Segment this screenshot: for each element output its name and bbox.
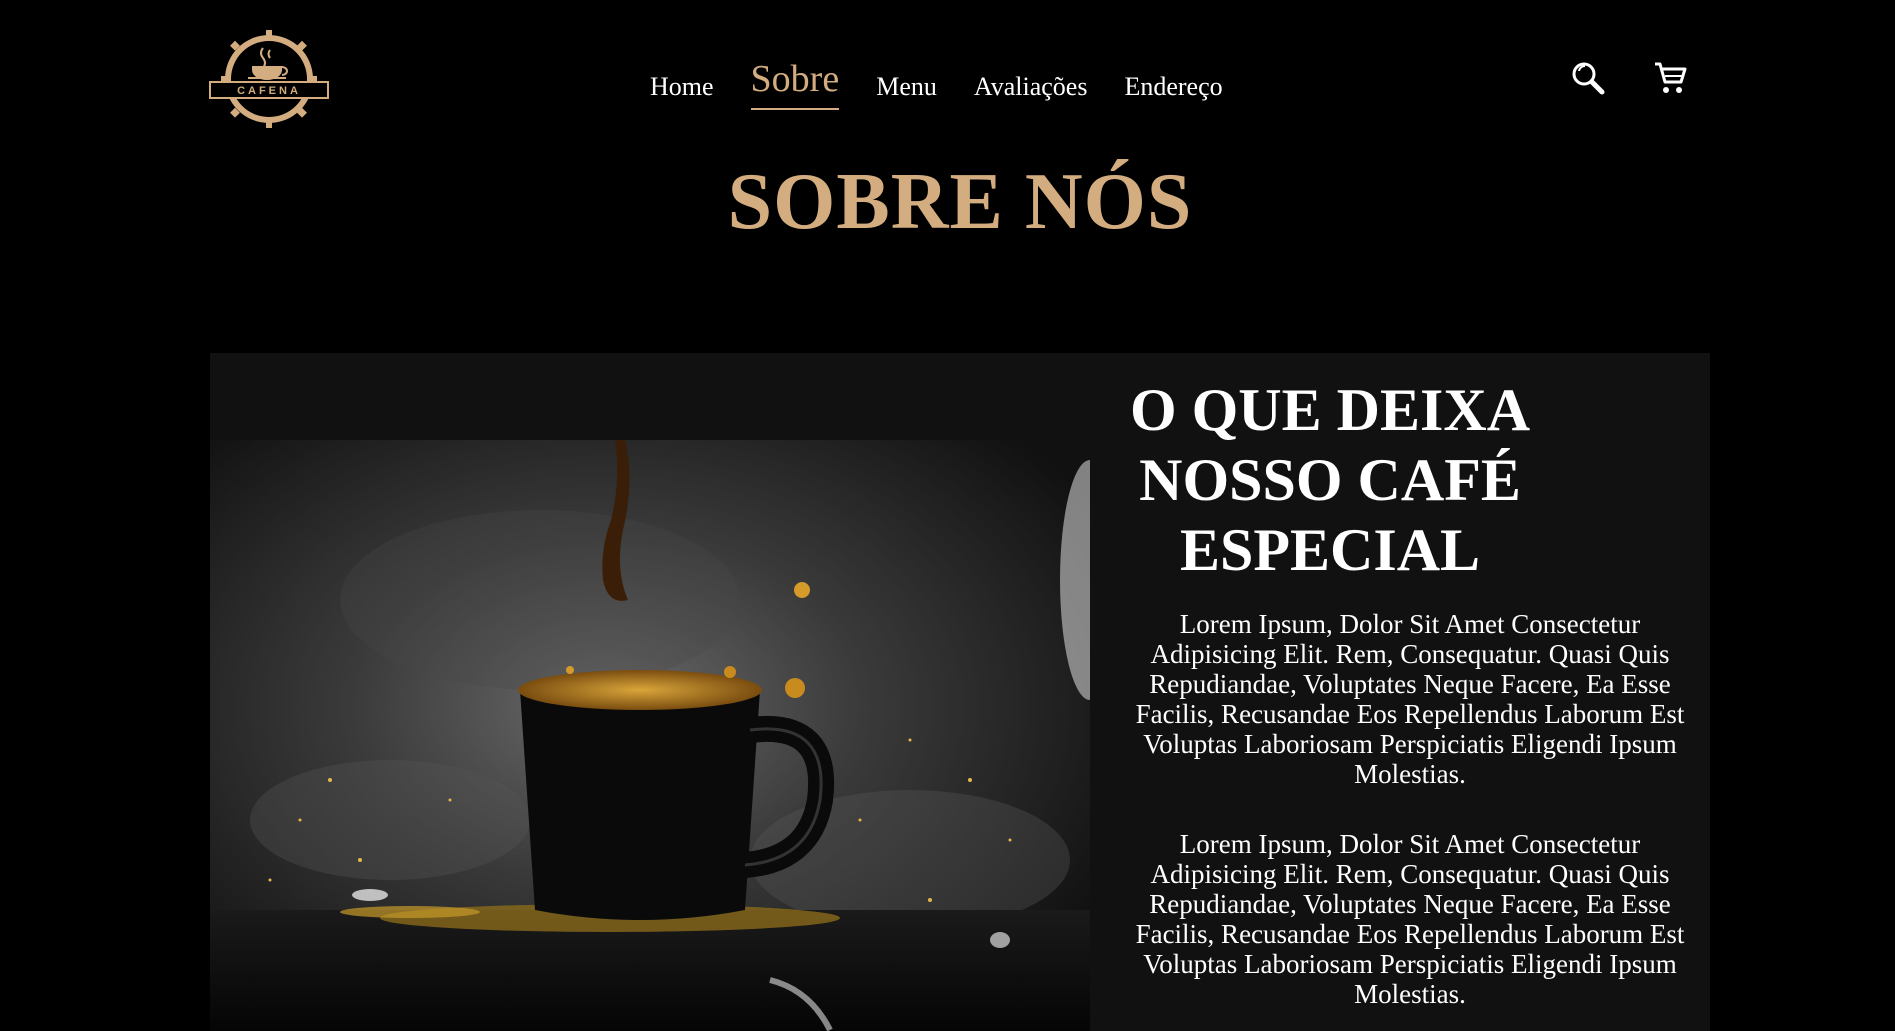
nav-sobre[interactable]: Sobre <box>750 60 840 110</box>
search-icon[interactable] <box>1570 60 1606 96</box>
nav-home[interactable]: Home <box>650 74 714 110</box>
main-nav: Home Sobre Menu Avaliações Endereço <box>650 60 1260 110</box>
about-panel: O QUE DEIXA NOSSO CAFÉ ESPECIAL Lorem Ip… <box>210 353 1710 1031</box>
page: CAFENA Home Sobre Menu Avaliações Endere… <box>0 0 1895 1031</box>
coffee-cup-image <box>210 440 1090 1031</box>
cart-icon[interactable] <box>1652 60 1688 96</box>
nav-menu[interactable]: Menu <box>876 74 937 110</box>
logo-text: CAFENA <box>237 85 301 97</box>
logo-badge-icon: CAFENA <box>209 30 329 128</box>
about-heading: O QUE DEIXA NOSSO CAFÉ ESPECIAL <box>1129 377 1531 583</box>
section-title: SOBRE NÓS <box>727 158 1193 246</box>
logo[interactable]: CAFENA <box>208 28 330 130</box>
nav-endereco[interactable]: Endereço <box>1124 74 1222 110</box>
about-paragraph-2: Lorem Ipsum, Dolor Sit Amet Consectetur … <box>1135 829 1685 1009</box>
nav-avaliacoes[interactable]: Avaliações <box>974 74 1088 110</box>
about-content: O QUE DEIXA NOSSO CAFÉ ESPECIAL Lorem Ip… <box>1130 375 1690 1031</box>
about-paragraph-1: Lorem Ipsum, Dolor Sit Amet Consectetur … <box>1135 609 1685 789</box>
header-actions <box>1570 60 1688 96</box>
